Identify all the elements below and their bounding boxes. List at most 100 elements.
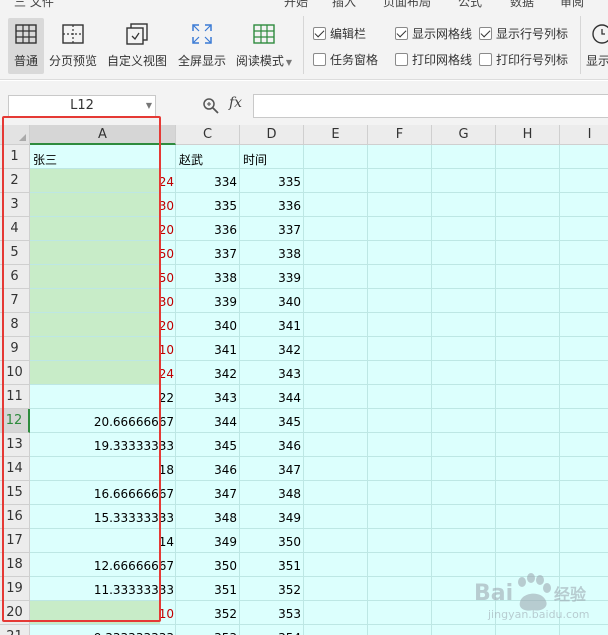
cell-d11[interactable]: 344 — [240, 391, 301, 405]
cell-c7[interactable]: 339 — [176, 295, 237, 309]
cell-c14[interactable]: 346 — [176, 463, 237, 477]
row-header-14[interactable]: 14 — [0, 457, 30, 481]
cell-c18[interactable]: 350 — [176, 559, 237, 573]
cell-d12[interactable]: 345 — [240, 415, 301, 429]
row-header-19[interactable]: 19 — [0, 577, 30, 601]
menu-insert[interactable]: 插入 — [332, 0, 356, 8]
row-header-12[interactable]: 12 — [0, 409, 30, 433]
cell-c3[interactable]: 335 — [176, 199, 237, 213]
cell-d4[interactable]: 337 — [240, 223, 301, 237]
row-header-17[interactable]: 17 — [0, 529, 30, 553]
row-header-18[interactable]: 18 — [0, 553, 30, 577]
checkbox-print-gridlines[interactable]: 打印网格线 — [395, 51, 472, 68]
menu-data[interactable]: 数据 — [510, 0, 534, 8]
cell-d18[interactable]: 351 — [240, 559, 301, 573]
zoom-icon[interactable] — [202, 97, 220, 115]
row-header-4[interactable]: 4 — [0, 217, 30, 241]
row-header-15[interactable]: 15 — [0, 481, 30, 505]
cell-b11[interactable]: 22 — [130, 391, 174, 405]
page-break-preview-button[interactable]: 分页预览 — [48, 18, 98, 74]
cell-d13[interactable]: 346 — [240, 439, 301, 453]
custom-view-button[interactable]: 自定义视图 — [106, 18, 168, 74]
cell-b6[interactable]: 50 — [130, 271, 174, 285]
cell-b7[interactable]: 30 — [130, 295, 174, 309]
cell-c15[interactable]: 347 — [176, 487, 237, 501]
fx-icon[interactable]: fx — [229, 95, 242, 111]
cell-c19[interactable]: 351 — [176, 583, 237, 597]
cell-c16[interactable]: 348 — [176, 511, 237, 525]
cell-d3[interactable]: 336 — [240, 199, 301, 213]
show-button-partial[interactable]: 显示 — [586, 18, 608, 74]
cell-c6[interactable]: 338 — [176, 271, 237, 285]
row-header-11[interactable]: 11 — [0, 385, 30, 409]
cell-b17[interactable]: 14 — [130, 535, 174, 549]
row-header-3[interactable]: 3 — [0, 193, 30, 217]
cell-b5[interactable]: 50 — [130, 247, 174, 261]
cell-d17[interactable]: 350 — [240, 535, 301, 549]
row-header-21[interactable]: 21 — [0, 625, 30, 635]
column-header-a[interactable]: A — [30, 125, 176, 145]
cell-b4[interactable]: 20 — [130, 223, 174, 237]
reading-mode-button[interactable]: 阅读模式 ▼ — [234, 18, 294, 74]
cell-c5[interactable]: 337 — [176, 247, 237, 261]
cell-d6[interactable]: 339 — [240, 271, 301, 285]
menu-formulas[interactable]: 公式 — [458, 0, 482, 8]
row-header-8[interactable]: 8 — [0, 313, 30, 337]
spreadsheet-grid[interactable]: ACDEFGHI12345678910111213141516171819202… — [0, 125, 608, 635]
cell-d16[interactable]: 349 — [240, 511, 301, 525]
cell-b8[interactable]: 20 — [130, 319, 174, 333]
menu-file[interactable]: 三 文件 — [14, 0, 54, 8]
cell-a19[interactable]: 11.33333333 — [30, 583, 174, 597]
row-header-7[interactable]: 7 — [0, 289, 30, 313]
cell-b10[interactable]: 24 — [130, 367, 174, 381]
cell-d14[interactable]: 347 — [240, 463, 301, 477]
cell-c20[interactable]: 352 — [176, 607, 237, 621]
cell-c17[interactable]: 349 — [176, 535, 237, 549]
menu-page-layout[interactable]: 页面布局 — [383, 0, 431, 8]
normal-view-button[interactable]: 普通 — [8, 18, 44, 74]
row-header-13[interactable]: 13 — [0, 433, 30, 457]
cell-c11[interactable]: 343 — [176, 391, 237, 405]
menu-review[interactable]: 审阅 — [560, 0, 584, 8]
column-header-i[interactable]: I — [560, 125, 608, 145]
cell-c2[interactable]: 334 — [176, 175, 237, 189]
column-header-e[interactable]: E — [304, 125, 368, 145]
cell-c12[interactable]: 344 — [176, 415, 237, 429]
row-header-6[interactable]: 6 — [0, 265, 30, 289]
cell-c1[interactable]: 赵武 — [179, 151, 203, 168]
cell-d10[interactable]: 343 — [240, 367, 301, 381]
cell-b3[interactable]: 30 — [130, 199, 174, 213]
chevron-down-icon[interactable]: ▼ — [146, 96, 152, 116]
row-header-16[interactable]: 16 — [0, 505, 30, 529]
cell-d19[interactable]: 352 — [240, 583, 301, 597]
cell-c13[interactable]: 345 — [176, 439, 237, 453]
cell-c21[interactable]: 353 — [176, 631, 237, 635]
cell-a1[interactable]: 张三 — [33, 151, 57, 168]
cell-a12[interactable]: 20.66666667 — [30, 415, 174, 429]
select-all-corner[interactable] — [0, 125, 30, 145]
menu-home[interactable]: 开始 — [284, 0, 308, 8]
cell-b2[interactable]: 24 — [130, 175, 174, 189]
column-header-f[interactable]: F — [368, 125, 432, 145]
name-box[interactable]: L12 ▼ — [8, 95, 156, 117]
cell-b9[interactable]: 10 — [130, 343, 174, 357]
formula-input[interactable] — [253, 94, 608, 118]
cell-d8[interactable]: 341 — [240, 319, 301, 333]
row-header-2[interactable]: 2 — [0, 169, 30, 193]
cell-d2[interactable]: 335 — [240, 175, 301, 189]
checkbox-show-headings[interactable]: 显示行号列标 — [479, 25, 568, 42]
cell-d7[interactable]: 340 — [240, 295, 301, 309]
cell-d1[interactable]: 时间 — [243, 151, 267, 168]
cell-a16[interactable]: 15.33333333 — [30, 511, 174, 525]
checkbox-task-pane[interactable]: 任务窗格 — [313, 51, 378, 68]
column-header-d[interactable]: D — [240, 125, 304, 145]
cell-d5[interactable]: 338 — [240, 247, 301, 261]
row-header-1[interactable]: 1 — [0, 145, 30, 169]
cell-a21[interactable]: 9.333333333 — [30, 631, 174, 635]
cell-c9[interactable]: 341 — [176, 343, 237, 357]
cell-d9[interactable]: 342 — [240, 343, 301, 357]
column-header-g[interactable]: G — [432, 125, 496, 145]
full-screen-button[interactable]: 全屏显示 — [176, 18, 228, 74]
cell-a18[interactable]: 12.66666667 — [30, 559, 174, 573]
checkbox-print-headings[interactable]: 打印行号列标 — [479, 51, 568, 68]
